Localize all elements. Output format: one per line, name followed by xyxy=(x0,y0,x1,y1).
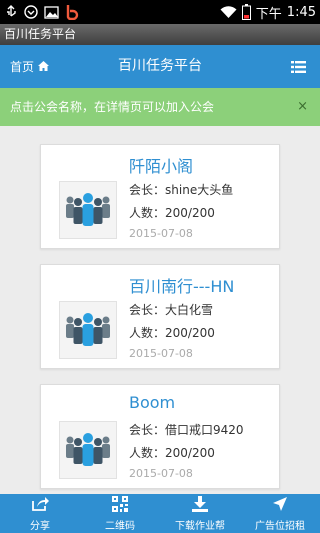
guild-date: 2015-07-08 xyxy=(129,347,193,360)
status-time: 1:45 xyxy=(286,4,316,20)
count-label: 人数： xyxy=(129,206,166,220)
share-icon xyxy=(31,496,49,517)
usb-icon xyxy=(4,4,18,20)
notice-text: 点击公会名称，在详情页可以加入公会 xyxy=(10,100,215,114)
guild-leader: 会长：shine大头鱼 xyxy=(129,181,233,198)
guild-avatar-icon xyxy=(59,181,117,239)
menu-icon[interactable] xyxy=(291,59,306,73)
tab-qrcode[interactable]: 二维码 xyxy=(80,494,160,533)
nav-header: 首页 百川任务平台 xyxy=(0,45,320,88)
tab-label: 分享 xyxy=(30,520,50,532)
bottom-tab-bar: 分享 二维码 下载作业帮 广告位招租 xyxy=(0,494,320,533)
status-time-period: 下午 xyxy=(255,6,282,22)
home-label: 首页 xyxy=(10,60,35,74)
guild-leader: 会长：借口戒口9420 xyxy=(129,421,244,438)
guild-avatar-icon xyxy=(59,421,117,479)
app-b-icon xyxy=(65,4,79,20)
tab-share[interactable]: 分享 xyxy=(0,494,80,533)
battery-icon xyxy=(241,4,251,20)
notification-icon xyxy=(24,4,38,20)
home-link[interactable]: 首页 xyxy=(10,45,50,88)
download-icon xyxy=(192,495,208,517)
leader-label: 会长： xyxy=(129,303,166,317)
guild-card[interactable]: 阡陌小阁 会长：shine大头鱼 人数：200/200 2015-07-08 xyxy=(40,144,280,249)
leader-value: shine大头鱼 xyxy=(165,183,234,197)
count-value: 200/200 xyxy=(165,206,215,220)
count-label: 人数： xyxy=(129,446,166,460)
status-bar: 下午 1:45 xyxy=(0,0,320,24)
leader-label: 会长： xyxy=(129,423,166,437)
guild-list: 阡陌小阁 会长：shine大头鱼 人数：200/200 2015-07-08 百… xyxy=(0,126,320,494)
guild-card[interactable]: Boom 会长：借口戒口9420 人数：200/200 2015-07-08 xyxy=(40,384,280,489)
tab-label: 二维码 xyxy=(105,520,135,532)
join-guild-notice: 点击公会名称，在详情页可以加入公会 × xyxy=(0,88,320,126)
tab-label: 下载作业帮 xyxy=(175,520,225,532)
guild-avatar-icon xyxy=(59,301,117,359)
guild-name[interactable]: 百川南行---HN xyxy=(129,273,234,297)
guild-member-count: 人数：200/200 xyxy=(129,444,215,461)
guild-leader: 会长：大白化雪 xyxy=(129,301,213,318)
guild-date: 2015-07-08 xyxy=(129,467,193,480)
guild-date: 2015-07-08 xyxy=(129,227,193,240)
image-icon xyxy=(44,4,59,20)
count-value: 200/200 xyxy=(165,326,215,340)
app-window-title: 百川任务平台 xyxy=(0,24,320,45)
tab-download[interactable]: 下载作业帮 xyxy=(160,494,240,533)
tab-label: 广告位招租 xyxy=(255,520,305,532)
close-icon[interactable]: × xyxy=(297,88,308,126)
wifi-icon xyxy=(220,4,237,20)
leader-value: 借口戒口9420 xyxy=(165,423,244,437)
guild-name[interactable]: Boom xyxy=(129,393,175,412)
count-value: 200/200 xyxy=(165,446,215,460)
leader-label: 会长： xyxy=(129,183,166,197)
guild-member-count: 人数：200/200 xyxy=(129,324,215,341)
tab-ad-space[interactable]: 广告位招租 xyxy=(240,494,320,533)
qrcode-icon xyxy=(112,495,128,517)
home-icon xyxy=(38,60,50,74)
guild-member-count: 人数：200/200 xyxy=(129,204,215,221)
location-arrow-icon xyxy=(272,496,288,517)
guild-name[interactable]: 阡陌小阁 xyxy=(129,153,193,177)
count-label: 人数： xyxy=(129,326,166,340)
guild-card[interactable]: 百川南行---HN 会长：大白化雪 人数：200/200 2015-07-08 xyxy=(40,264,280,369)
leader-value: 大白化雪 xyxy=(165,303,214,317)
